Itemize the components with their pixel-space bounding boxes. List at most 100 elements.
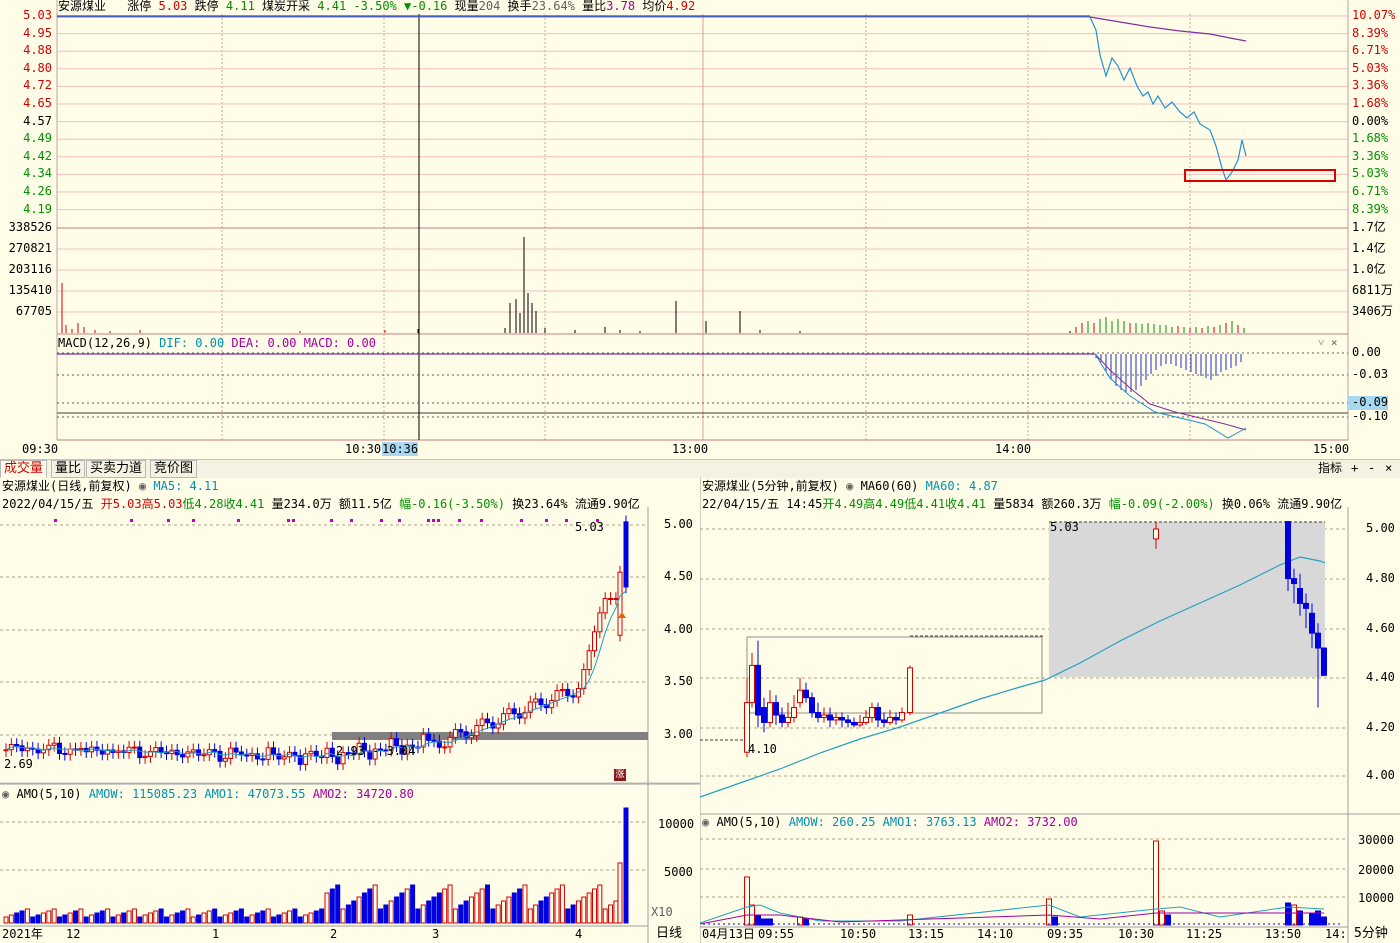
five-min-open: 开4.49 bbox=[822, 497, 864, 511]
daily-date-tick: 1 bbox=[212, 927, 220, 941]
daily-price-tick: 4.00 bbox=[664, 622, 693, 636]
five-min-time-tick: 13:15 bbox=[908, 927, 945, 941]
time-tick-0930: 09:30 bbox=[22, 442, 59, 456]
five-min-time-tick: 14:10 bbox=[977, 927, 1014, 941]
daily-date-tick: 3 bbox=[432, 927, 440, 941]
five-min-time-tick: 04月13日 bbox=[702, 927, 755, 941]
daily-low-label: 2.69 bbox=[4, 757, 33, 771]
ratio: 3.78 bbox=[606, 0, 636, 13]
change-pct: -3.50% bbox=[353, 0, 397, 13]
turnover: 23.64% bbox=[531, 0, 575, 13]
daily-close: 收4.41 bbox=[223, 497, 265, 511]
intraday-panel[interactable]: 安源煤业 涨停 5.03 跌停 4.11 煤炭开采 4.41 -3.50% ▼-… bbox=[0, 0, 1400, 458]
daily-amount: 量234.0万 额11.5亿 bbox=[271, 497, 392, 511]
amount-tick: 1.0亿 bbox=[1352, 262, 1386, 276]
tab-auction[interactable]: 竞价图 bbox=[150, 460, 198, 478]
tab-volume-ratio[interactable]: 量比 bbox=[51, 460, 86, 478]
price-tick: 4.57 bbox=[23, 113, 52, 128]
amo-toggle-icon[interactable]: ◉ bbox=[2, 787, 9, 801]
highlight-box bbox=[1184, 169, 1336, 182]
pct-tick: 1.68% bbox=[1352, 131, 1389, 146]
five-min-right-price-tick: 4.20 bbox=[1366, 720, 1395, 734]
five-min-time-tick: 14: bbox=[1325, 927, 1347, 941]
daily-date: 2022/04/15/五 bbox=[2, 497, 94, 511]
pct-tick: 6.71% bbox=[1352, 43, 1389, 58]
amount-tick: 1.7亿 bbox=[1352, 220, 1386, 234]
five-min-low-label: 4.10 bbox=[748, 742, 777, 756]
price-tick: 4.49 bbox=[23, 131, 52, 146]
daily-open: 开5.03 bbox=[100, 497, 142, 511]
pct-tick: 8.39% bbox=[1352, 25, 1389, 40]
pct-tick: 10.07% bbox=[1352, 8, 1396, 22]
price-tick: 4.80 bbox=[23, 60, 52, 75]
close-button[interactable]: × bbox=[1385, 461, 1392, 475]
panel-controls-icon[interactable]: ˅ × bbox=[1318, 336, 1337, 350]
period-daily[interactable]: 日线 bbox=[656, 927, 682, 941]
zoom-in-button[interactable]: + bbox=[1351, 461, 1358, 475]
daily-kline-chart[interactable] bbox=[0, 477, 700, 943]
five-min-float: 流通9.90亿 bbox=[1277, 497, 1343, 511]
pct-tick: 8.39% bbox=[1352, 201, 1389, 216]
zoom-out-button[interactable]: - bbox=[1368, 461, 1375, 475]
volume-tick: 203116 bbox=[8, 262, 52, 276]
tab-volume[interactable]: 成交量 bbox=[0, 460, 48, 478]
pct-tick: 0.00% bbox=[1352, 113, 1389, 128]
pct-tick: 5.03% bbox=[1352, 166, 1389, 181]
ma-toggle-icon[interactable]: ◉ bbox=[139, 479, 146, 493]
five-min-date: 22/04/15/五 14:45 bbox=[702, 497, 823, 511]
dea-value: DEA: 0.00 bbox=[231, 336, 297, 350]
time-tick-1300: 13:00 bbox=[672, 442, 709, 456]
scale-x10: X10 bbox=[651, 905, 673, 919]
volume: 204 bbox=[478, 0, 501, 13]
five-min-amow: AMOW: 260.25 bbox=[788, 815, 876, 829]
five-min-amo2: AMO2: 3732.00 bbox=[983, 815, 1078, 829]
limit-down-label: 跌停 bbox=[194, 0, 219, 13]
five-min-right-price-tick: 4.60 bbox=[1366, 621, 1395, 635]
indicator-button[interactable]: 指标 bbox=[1318, 461, 1342, 475]
five-min-amo-toggle-icon[interactable]: ◉ bbox=[702, 815, 709, 829]
daily-amo-tick-10000: 10000 bbox=[658, 817, 695, 831]
daily-title: 安源煤业(日线,前复权) bbox=[2, 479, 132, 493]
change: ▼-0.16 bbox=[404, 0, 448, 13]
five-min-ma-label: MA60(60) bbox=[860, 479, 919, 493]
five-min-ma-value: MA60: 4.87 bbox=[925, 479, 998, 493]
five-min-amo1: AMO1: 3763.13 bbox=[882, 815, 977, 829]
daily-price-tick: 3.50 bbox=[664, 674, 693, 688]
price-line bbox=[1089, 16, 1247, 182]
intraday-chart[interactable] bbox=[0, 0, 1400, 458]
amount-tick: 1.4亿 bbox=[1352, 241, 1386, 255]
period-5min[interactable]: 5分钟 bbox=[1354, 927, 1388, 941]
daily-high: 高5.03 bbox=[141, 497, 183, 511]
macd-value: MACD: 0.00 bbox=[303, 336, 376, 350]
five-min-time-tick: 09:35 bbox=[1047, 927, 1084, 941]
price-tick: 4.19 bbox=[23, 201, 52, 216]
five-min-amo-label: AMO(5,10) bbox=[716, 815, 782, 829]
five-min-kline-chart[interactable] bbox=[700, 477, 1400, 943]
volume-tick: 135410 bbox=[8, 283, 52, 297]
ma60-toggle-icon[interactable]: ◉ bbox=[846, 479, 853, 493]
daily-price-tick: 3.00 bbox=[664, 727, 693, 741]
price-tick: 4.42 bbox=[23, 148, 52, 163]
price-tick: 4.88 bbox=[23, 43, 52, 58]
amount-tick: 6811万 bbox=[1352, 283, 1393, 297]
daily-high-label: 5.03 bbox=[575, 520, 604, 534]
time-tick-1400: 14:00 bbox=[995, 442, 1032, 456]
macd-tick: -0.10 bbox=[1352, 409, 1389, 423]
price-tick: 4.65 bbox=[23, 96, 52, 110]
time-tick-cursor: 10:36 bbox=[382, 442, 419, 456]
daily-date-tick: 2021年 bbox=[2, 927, 43, 941]
daily-amo-label: AMO(5,10) bbox=[16, 787, 82, 801]
five-min-time-tick: 10:50 bbox=[840, 927, 877, 941]
amount-tick: 3406万 bbox=[1352, 304, 1393, 318]
daily-kline-panel[interactable]: 安源煤业(日线,前复权) ◉ MA5: 4.11 2022/04/15/五 开5… bbox=[0, 477, 700, 943]
five-min-kline-panel[interactable]: 安源煤业(5分钟,前复权) ◉ MA60(60) MA60: 4.87 22/0… bbox=[700, 477, 1400, 943]
macd-tick: 0.00 bbox=[1352, 345, 1381, 359]
stock-name: 安源煤业 bbox=[58, 0, 107, 13]
tab-buy-sell-power[interactable]: 买卖力道 bbox=[86, 460, 147, 478]
ratio-label: 量比 bbox=[582, 0, 607, 13]
turnover-label: 换手 bbox=[507, 0, 532, 13]
volume-tick: 67705 bbox=[15, 304, 52, 318]
price-tick: 4.95 bbox=[23, 25, 52, 40]
daily-amo1: AMO1: 47073.55 bbox=[204, 787, 306, 801]
daily-amo2: AMO2: 34720.80 bbox=[312, 787, 414, 801]
